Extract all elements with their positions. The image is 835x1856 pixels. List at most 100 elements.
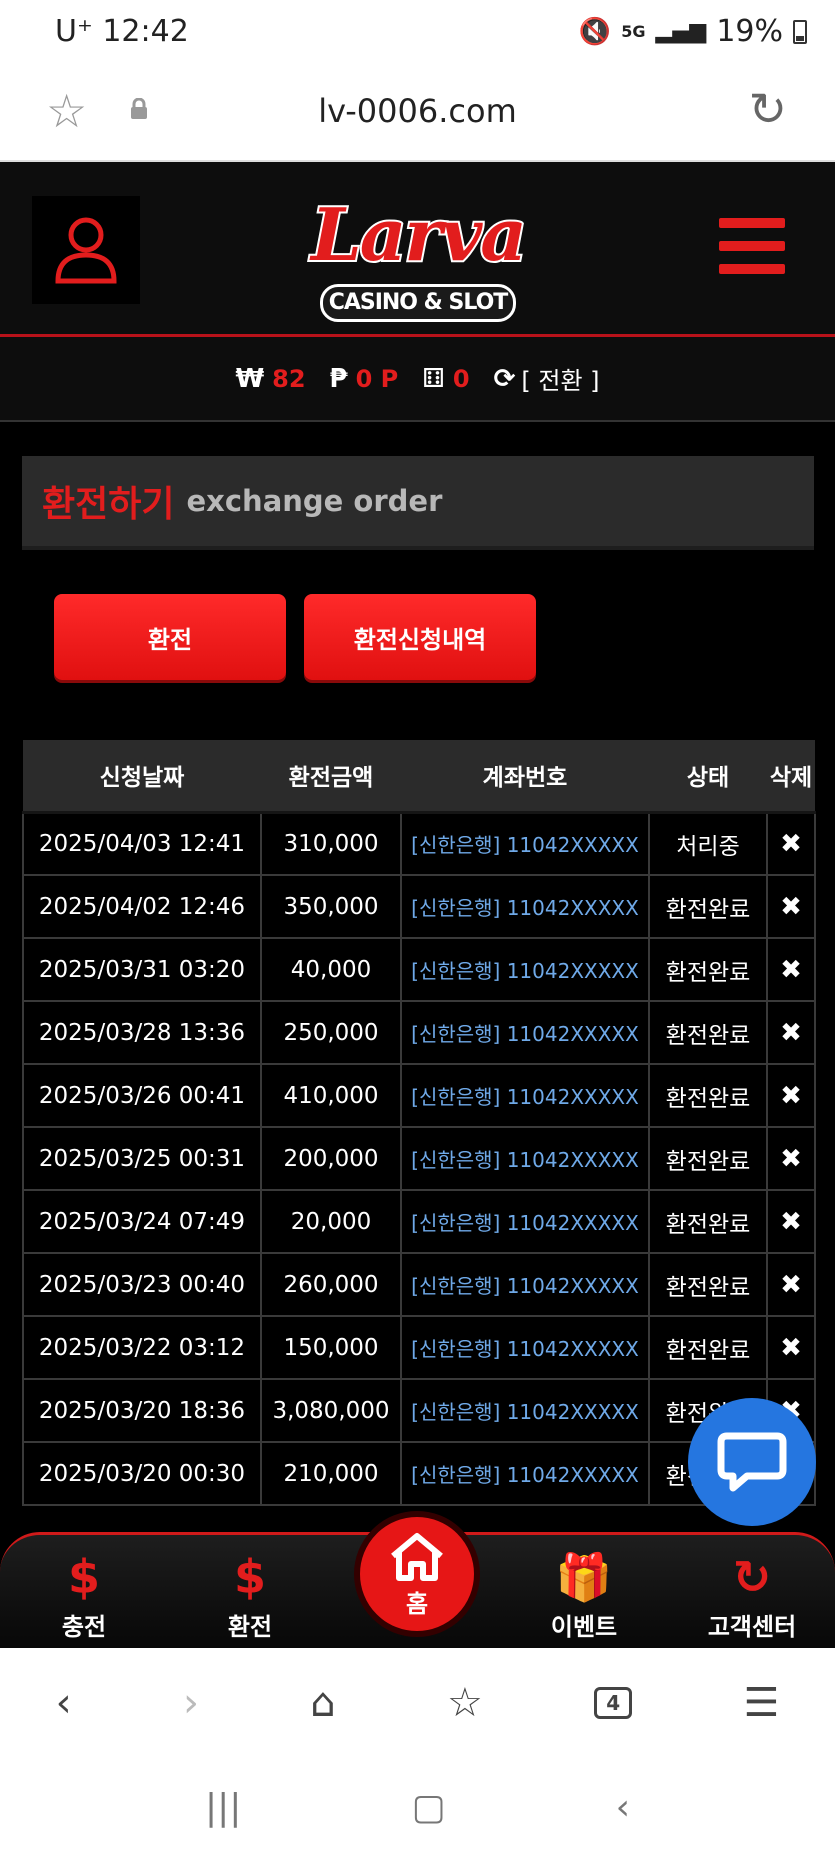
delete-icon[interactable]: ✖ xyxy=(766,1315,816,1380)
clock: 12:42 xyxy=(102,14,189,49)
url-text[interactable]: lv-0006.com xyxy=(0,92,835,130)
support-24-icon: ↻ xyxy=(732,1550,772,1604)
cell-amount: 20,000 xyxy=(260,1189,402,1254)
cell-date: 2025/03/26 00:41 xyxy=(22,1063,262,1128)
carrier: U⁺ xyxy=(55,14,93,49)
chip-balance: ⚅ 0 xyxy=(422,364,469,394)
section-title-ko: 환전하기 xyxy=(42,484,175,525)
delete-icon[interactable]: ✖ xyxy=(766,1189,816,1254)
chat-button[interactable] xyxy=(688,1398,816,1526)
cell-status: 환전완료 xyxy=(648,1000,768,1065)
delete-icon[interactable]: ✖ xyxy=(766,1000,816,1065)
exchange-history-button[interactable]: 환전신청내역 xyxy=(304,594,536,680)
cell-amount: 150,000 xyxy=(260,1315,402,1380)
menu-bar-icon xyxy=(719,218,785,228)
cell-status: 환전완료 xyxy=(648,1315,768,1380)
cell-amount: 40,000 xyxy=(260,937,402,1002)
page: U⁺ 12:42 🔇 5G ▂▄▆ 19% ☆ lv-0006.com ↻ La… xyxy=(0,0,835,1856)
switch-button[interactable]: ⟳ [ 전환 ] xyxy=(494,361,600,396)
nav-charge[interactable]: $ 충전 xyxy=(24,1547,144,1642)
cell-date: 2025/03/28 13:36 xyxy=(22,1000,262,1065)
nav-home-label: 홈 xyxy=(405,1589,429,1618)
cell-date: 2025/03/20 18:36 xyxy=(22,1378,262,1443)
cell-status: 환전완료 xyxy=(648,937,768,1002)
menu-bar-icon xyxy=(719,241,785,251)
cell-date: 2025/03/31 03:20 xyxy=(22,937,262,1002)
signal-icon: ▂▄▆ xyxy=(655,19,707,44)
point-value: 0 P xyxy=(355,364,399,393)
header-date: 신청날짜 xyxy=(23,740,261,814)
table-row: 2025/03/26 00:41 410,000 [신한은행] 11042XXXXX… xyxy=(22,1063,816,1128)
browser-toolbar: ‹ › ⌂ ☆ 4 ☰ xyxy=(0,1648,835,1758)
deposit-icon: $ xyxy=(67,1550,100,1604)
cell-date: 2025/03/20 00:30 xyxy=(22,1441,262,1506)
status-icons: 🔇 5G ▂▄▆ 19% xyxy=(579,14,807,49)
user-icon xyxy=(55,217,117,284)
cell-date: 2025/03/24 07:49 xyxy=(22,1189,262,1254)
home-icon[interactable]: ⌂ xyxy=(310,1680,335,1726)
android-back-icon[interactable]: ‹ xyxy=(616,1787,630,1828)
battery-icon xyxy=(793,19,807,44)
nav-home[interactable]: 홈 xyxy=(354,1511,480,1637)
cell-status: 환전완료 xyxy=(648,874,768,939)
nav-exchange[interactable]: $ 환전 xyxy=(190,1547,310,1642)
table-row: 2025/03/25 00:31 200,000 [신한은행] 11042XXXXX… xyxy=(22,1126,816,1191)
table-body: 2025/04/03 12:41 310,000 [신한은행] 11042XXXXX… xyxy=(22,811,816,1506)
table-header-row: 신청날짜 환전금액 계좌번호 상태 삭제 xyxy=(23,740,815,814)
status-bar: U⁺ 12:42 🔇 5G ▂▄▆ 19% xyxy=(0,0,835,68)
tabs-icon[interactable]: 4 xyxy=(594,1687,633,1719)
table-row: 2025/04/03 12:41 310,000 [신한은행] 11042XXXXX… xyxy=(22,811,816,876)
mute-icon: 🔇 xyxy=(578,16,612,47)
cell-account: [신한은행] 11042XXXXX xyxy=(400,1252,650,1317)
gift-icon: 🎁 xyxy=(555,1550,613,1604)
bottom-nav: $ 충전 $ 환전 홈 🎁 이벤트 ↻ 고객센터 xyxy=(0,1511,835,1648)
forward-icon[interactable]: › xyxy=(183,1680,199,1726)
delete-icon[interactable]: ✖ xyxy=(766,1252,816,1317)
switch-label: [ 전환 ] xyxy=(521,367,600,395)
nav-support[interactable]: ↻ 고객센터 xyxy=(692,1547,812,1642)
balance-bar: ₩ 82 ₱ 0 P ⚅ 0 ⟳ [ 전환 ] xyxy=(0,337,835,422)
nav-event[interactable]: 🎁 이벤트 xyxy=(524,1547,644,1642)
back-icon[interactable]: ‹ xyxy=(56,1680,72,1726)
delete-icon[interactable]: ✖ xyxy=(766,937,816,1002)
delete-icon[interactable]: ✖ xyxy=(766,874,816,939)
logo-text: Larva xyxy=(309,190,529,279)
cell-account: [신한은행] 11042XXXXX xyxy=(400,1189,650,1254)
section-title-en: exchange order xyxy=(186,484,443,518)
cell-account: [신한은행] 11042XXXXX xyxy=(400,874,650,939)
status-time: U⁺ 12:42 xyxy=(55,14,189,49)
cell-date: 2025/04/02 12:46 xyxy=(22,874,262,939)
won-balance: ₩ 82 xyxy=(235,364,305,394)
delete-icon[interactable]: ✖ xyxy=(766,1063,816,1128)
battery-percent: 19% xyxy=(716,14,783,49)
home-square-icon[interactable]: ▢ xyxy=(411,1787,445,1828)
recents-icon[interactable]: ||| xyxy=(205,1787,241,1828)
hamburger-menu-button[interactable] xyxy=(719,218,785,274)
table-row: 2025/03/31 03:20 40,000 [신한은행] 11042XXXXX 환… xyxy=(22,937,816,1002)
cell-amount: 310,000 xyxy=(260,811,402,876)
android-nav-bar: ||| ▢ ‹ xyxy=(0,1758,835,1856)
cell-amount: 3,080,000 xyxy=(260,1378,402,1443)
chip-value: 0 xyxy=(452,364,470,393)
user-button[interactable] xyxy=(32,196,140,304)
withdraw-icon: $ xyxy=(233,1550,266,1604)
delete-icon[interactable]: ✖ xyxy=(766,1126,816,1191)
cell-account: [신한은행] 11042XXXXX xyxy=(400,937,650,1002)
nav-support-label: 고객센터 xyxy=(707,1613,797,1641)
cell-status: 환전완료 xyxy=(648,1063,768,1128)
cell-amount: 250,000 xyxy=(260,1000,402,1065)
site-logo[interactable]: Larva CASINO & SLOT xyxy=(296,174,540,324)
menu-icon[interactable]: ☰ xyxy=(743,1680,779,1726)
reload-icon[interactable]: ↻ xyxy=(748,86,787,132)
nav-charge-label: 충전 xyxy=(61,1613,107,1641)
exchange-button[interactable]: 환전 xyxy=(54,594,286,680)
cell-account: [신한은행] 11042XXXXX xyxy=(400,811,650,876)
header-account: 계좌번호 xyxy=(401,740,649,814)
cell-date: 2025/04/03 12:41 xyxy=(22,811,262,876)
delete-icon[interactable]: ✖ xyxy=(766,811,816,876)
bookmarks-icon[interactable]: ☆ xyxy=(447,1680,483,1726)
cell-account: [신한은행] 11042XXXXX xyxy=(400,1000,650,1065)
table-row: 2025/03/28 13:36 250,000 [신한은행] 11042XXXXX… xyxy=(22,1000,816,1065)
table-row: 2025/03/24 07:49 20,000 [신한은행] 11042XXXXX 환… xyxy=(22,1189,816,1254)
won-icon: ₩ xyxy=(235,363,265,394)
